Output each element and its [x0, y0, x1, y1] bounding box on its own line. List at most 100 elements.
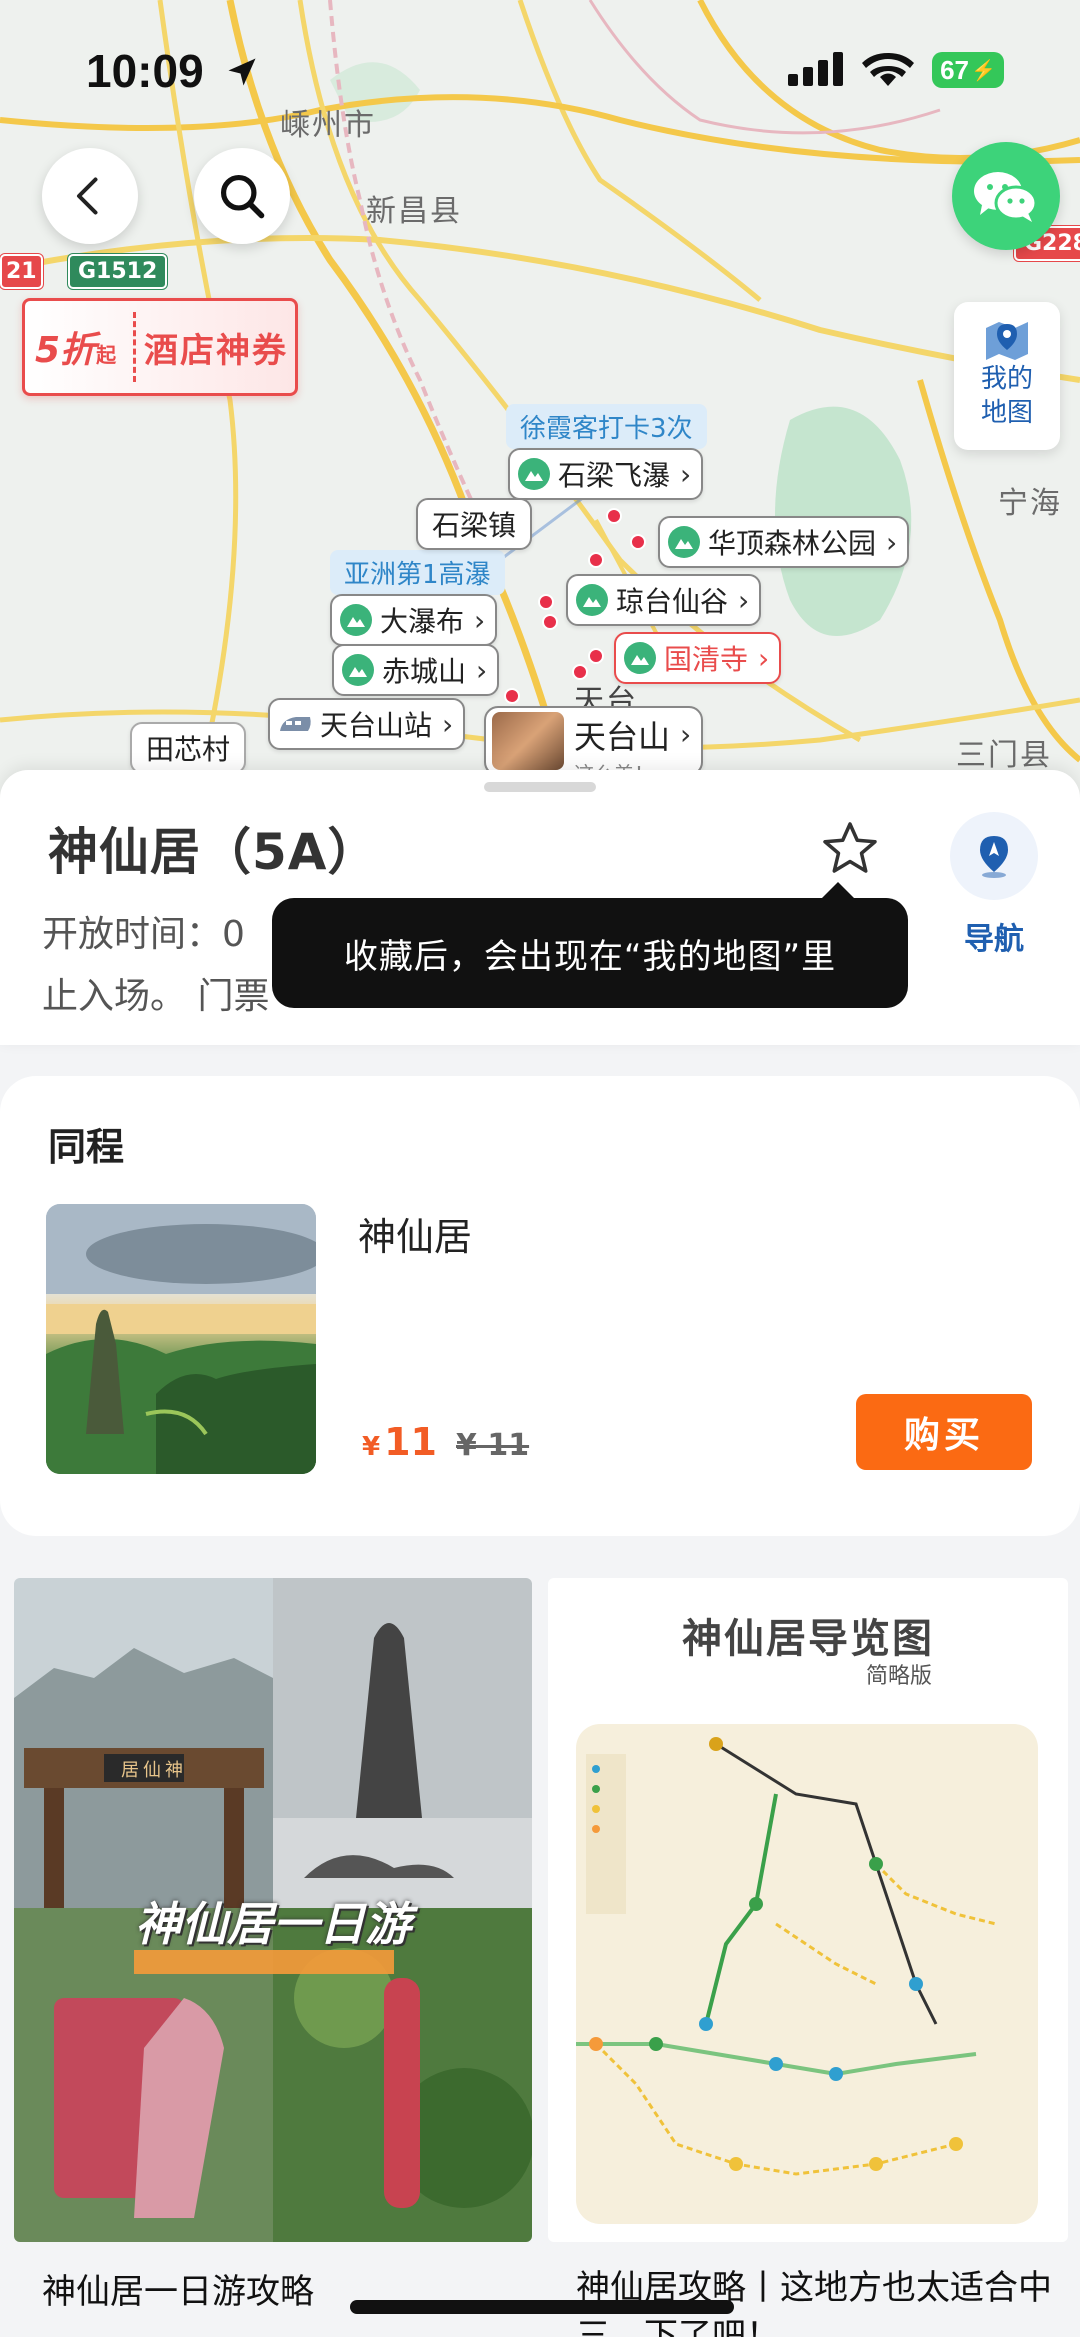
poi-label: 天台山	[574, 718, 671, 756]
product-thumbnail[interactable]	[46, 1204, 316, 1474]
my-map-button[interactable]: 我的 地图	[954, 302, 1060, 450]
feed-post-2-image[interactable]: 神仙居导览图 简略版	[548, 1578, 1068, 2242]
guide-map-subtitle: 简略版	[866, 1664, 933, 1689]
hotel-coupon-banner[interactable]: 5折起 酒店神券	[22, 298, 298, 396]
guide-map-illustration	[576, 1724, 1038, 2224]
poi-dot	[630, 534, 646, 550]
poi-detail-sheet: 神仙居（5A） 导航 开放时间：0 止入场。 门票 收藏后，会出现在“我的地图”…	[0, 770, 1080, 1045]
poi-label: 华顶森林公园	[708, 527, 877, 560]
charging-bolt-icon: ⚡	[971, 59, 996, 82]
road-badge-left: 21	[0, 254, 43, 289]
place-label-sanmen: 三门县	[956, 738, 1052, 773]
poi-label: 琼台仙谷	[616, 585, 729, 618]
my-map-label-1: 我的	[980, 364, 1033, 394]
poi-dot	[504, 688, 520, 704]
place-label-ninghai: 宁海	[998, 486, 1062, 521]
scenic-pin-icon	[342, 654, 374, 686]
landscape-photo	[46, 1204, 316, 1474]
wechat-icon	[974, 172, 1038, 222]
poi-tiantai-station[interactable]: 天台山站 ›	[268, 698, 466, 750]
chevron-left-icon	[76, 177, 98, 215]
location-arrow-icon	[228, 58, 256, 86]
scenic-pin-icon	[624, 642, 656, 674]
map-view[interactable]: 嵊州市 新昌县 宁海 三门县 天台 G1512 G228 21 徐霞客打卡3次 …	[0, 0, 1080, 800]
wifi-icon	[862, 53, 914, 86]
status-time: 10:09	[86, 45, 204, 97]
scenic-pin-icon	[518, 458, 550, 490]
tiantaishan-thumbnail	[492, 712, 564, 770]
provider-title: 同程	[48, 1125, 125, 1169]
post-1-overlay-title: 神仙居一日游	[135, 1897, 411, 1951]
navigation-pin-icon	[980, 836, 1008, 878]
my-map-label-2: 地图	[980, 398, 1033, 428]
favorite-button[interactable]	[820, 820, 880, 882]
poi-shiliang-town[interactable]: 石梁镇	[416, 498, 533, 550]
navigate-icon-circle	[950, 812, 1038, 900]
poi-dot	[538, 594, 554, 610]
poi-dot	[588, 648, 604, 664]
feed-post-1-image[interactable]: 居仙神 神仙居一日游	[14, 1578, 532, 2242]
map-pin-icon	[986, 322, 1028, 360]
home-indicator[interactable]	[350, 2300, 734, 2314]
poi-chicheng[interactable]: 赤城山 ›	[332, 644, 500, 696]
poi-dot	[606, 508, 622, 524]
poi-label: 田芯村	[146, 733, 231, 766]
chevron-right-icon: ›	[680, 718, 692, 751]
poi-title: 神仙居（5A）	[48, 823, 379, 881]
coupon-text: 酒店神券	[144, 330, 288, 371]
poi-tianxincun[interactable]: 田芯村	[130, 722, 247, 774]
favorite-tooltip: 收藏后，会出现在“我的地图”里	[272, 882, 908, 1008]
chevron-right-icon: ›	[442, 707, 454, 741]
poi-label: 赤城山	[382, 655, 467, 688]
status-bar: 10:09 67 ⚡	[0, 0, 1080, 140]
tag-asia-waterfall: 亚洲第1高瀑	[330, 550, 505, 595]
guide-map-title: 神仙居导览图	[682, 1616, 934, 1662]
gate-signboard-text: 居仙神	[121, 1760, 187, 1781]
chevron-right-icon: ›	[886, 525, 898, 559]
tag-xuxiake: 徐霞客打卡3次	[506, 404, 707, 449]
poi-dot	[588, 552, 604, 568]
original-price: ¥ 11	[456, 1428, 530, 1463]
post-1-caption[interactable]: 神仙居一日游攻略	[42, 2264, 314, 2313]
chevron-right-icon: ›	[476, 653, 488, 687]
poi-huading[interactable]: 华顶森林公园 ›	[658, 516, 910, 568]
poi-dapubu[interactable]: 大瀑布 ›	[330, 594, 498, 646]
place-label-xinchang: 新昌县	[366, 194, 462, 229]
sheet-grabber[interactable]	[484, 782, 596, 792]
ticket-card: 同程 神仙居 ¥11 ¥ 11 购买	[0, 1076, 1080, 1536]
coupon-divider	[133, 312, 136, 382]
poi-label: 大瀑布	[380, 605, 465, 638]
poi-label: 天台山站	[320, 709, 433, 742]
wechat-share-button[interactable]	[952, 142, 1060, 250]
poi-label: 石梁飞瀑	[558, 459, 671, 492]
product-name: 神仙居	[358, 1215, 473, 1259]
current-price: ¥11	[362, 1420, 437, 1464]
trail-map-graphic	[576, 1737, 997, 2176]
back-button[interactable]	[42, 148, 138, 244]
poi-label: 国清寺	[664, 643, 749, 676]
chevron-right-icon: ›	[680, 457, 692, 491]
scenic-pin-icon	[668, 526, 700, 558]
navigate-label: 导航	[964, 922, 1024, 957]
poi-qiongtai[interactable]: 琼台仙谷 ›	[566, 574, 762, 626]
chevron-right-icon: ›	[474, 603, 486, 637]
navigate-button[interactable]: 导航	[950, 812, 1038, 958]
battery-level: 67	[940, 54, 969, 85]
poi-guoqingsi[interactable]: 国清寺 ›	[614, 632, 782, 684]
poi-shiliang-waterfall[interactable]: 石梁飞瀑 ›	[508, 448, 704, 500]
search-button[interactable]	[194, 148, 290, 244]
coupon-discount: 5折起	[35, 330, 117, 371]
road-badge-g1512: G1512	[68, 254, 168, 289]
scenic-pin-icon	[576, 584, 608, 616]
buy-button[interactable]: 购买	[856, 1394, 1032, 1470]
poi-dot	[542, 614, 558, 630]
chevron-right-icon: ›	[738, 583, 750, 617]
scenic-pin-icon	[340, 604, 372, 636]
poi-dot	[572, 664, 588, 680]
poi-label: 石梁镇	[432, 509, 517, 542]
train-icon	[278, 712, 314, 736]
battery-indicator: 67 ⚡	[932, 52, 1004, 88]
poi-tiantaishan[interactable]: 天台山 这么美！ ›	[484, 706, 704, 786]
chevron-right-icon: ›	[758, 641, 770, 675]
search-icon	[220, 174, 265, 219]
